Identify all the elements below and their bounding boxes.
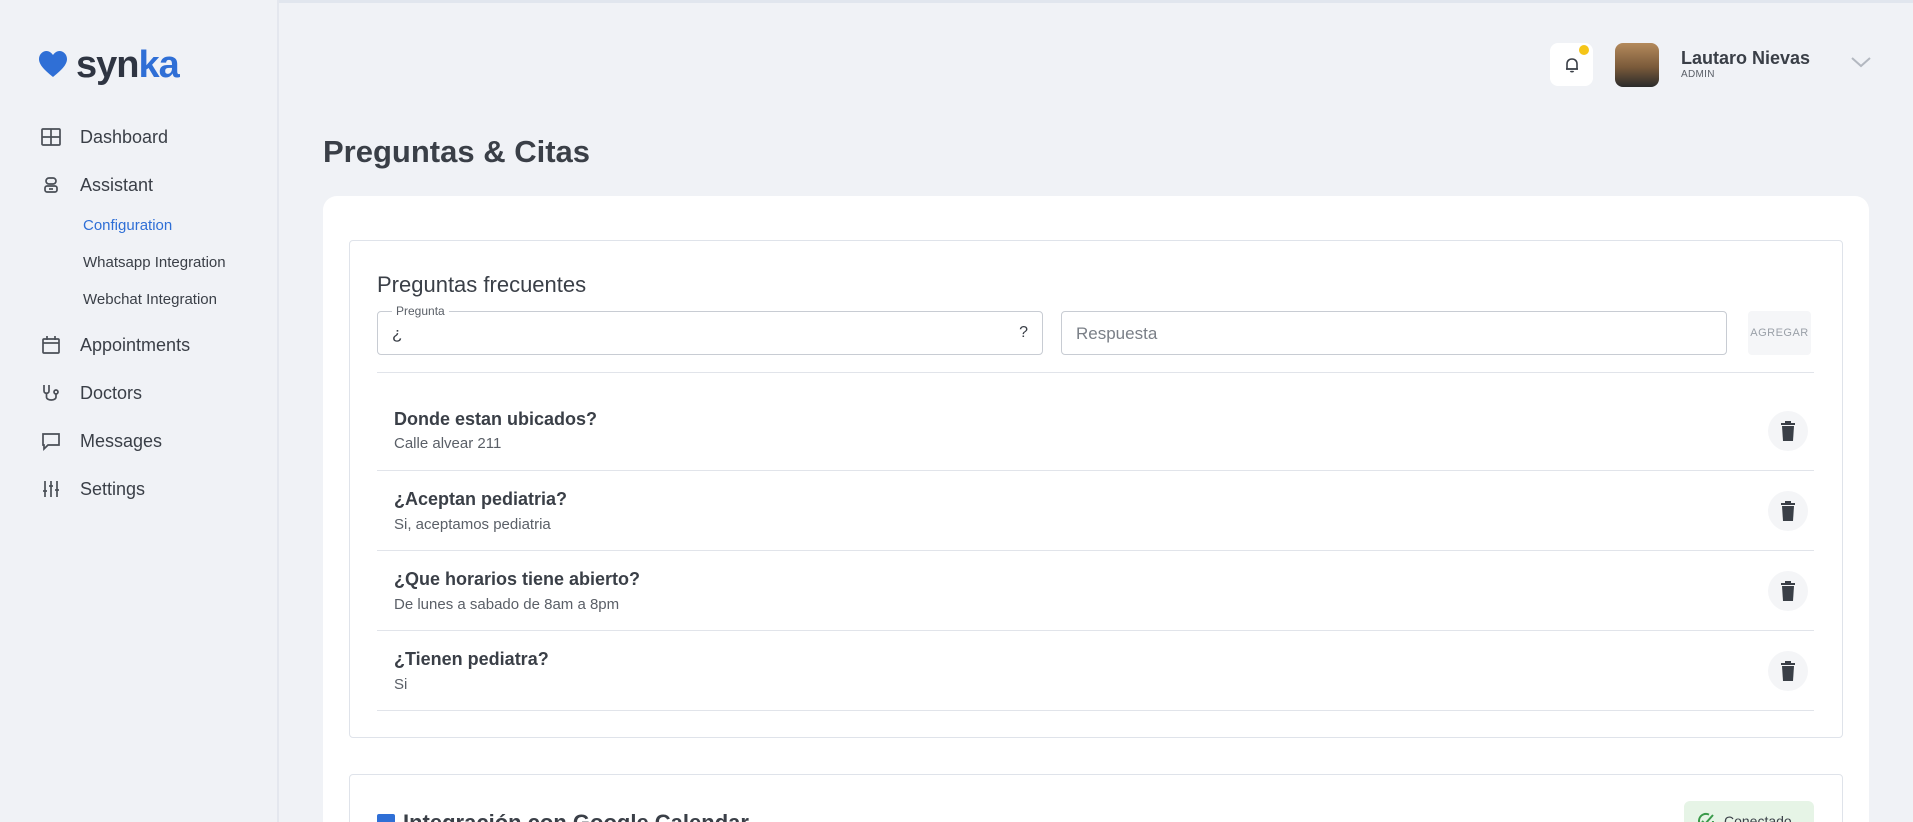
- connected-badge[interactable]: Conectado: [1684, 801, 1814, 822]
- sidebar: synka Dashboard Assistant Configuration …: [0, 0, 279, 822]
- connected-label: Conectado: [1724, 813, 1792, 822]
- bell-icon: [1565, 57, 1578, 73]
- question-input[interactable]: [392, 322, 992, 346]
- trash-icon: [1781, 501, 1795, 521]
- calendar-title: Integración con Google Calendar: [403, 810, 749, 822]
- chevron-down-icon: [1851, 57, 1871, 68]
- sidebar-item-appointments[interactable]: Appointments: [40, 334, 190, 356]
- notifications-button[interactable]: [1550, 43, 1593, 86]
- answer-field: [1061, 311, 1727, 355]
- robot-icon: [44, 177, 58, 193]
- calendar-icon: [42, 336, 60, 354]
- delete-button[interactable]: [1768, 491, 1808, 531]
- trash-icon: [1781, 421, 1795, 441]
- brand-logo[interactable]: synka: [38, 44, 180, 86]
- sliders-icon: [43, 481, 59, 497]
- faq-answer: Si: [394, 676, 408, 693]
- brand-name-part1: syn: [76, 44, 139, 86]
- faq-question: ¿Aceptan pediatria?: [394, 489, 568, 509]
- faq-answer: Si, aceptamos pediatria: [394, 516, 551, 533]
- question-suffix: ?: [1019, 324, 1028, 341]
- sidebar-item-label: Messages: [80, 430, 163, 451]
- question-field-legend: Pregunta: [392, 304, 449, 318]
- brand-name: synka: [76, 44, 180, 86]
- page-title: Preguntas & Citas: [323, 134, 591, 169]
- faq-question: ¿Que horarios tiene abierto?: [394, 569, 641, 589]
- user-name: Lautaro Nievas: [1681, 48, 1811, 68]
- sidebar-item-label: Settings: [80, 478, 146, 499]
- heart-icon: [39, 51, 67, 77]
- user-role: ADMIN: [1681, 69, 1715, 80]
- grid-icon: [41, 128, 61, 146]
- sidebar-item-label: Appointments: [80, 334, 191, 355]
- sidebar-item-label: Dashboard: [80, 126, 169, 147]
- brand-name-part2: ka: [138, 44, 179, 86]
- trash-icon: [1781, 581, 1795, 601]
- sidebar-item-messages[interactable]: Messages: [40, 430, 162, 452]
- sidebar-subitem-whatsapp-integration[interactable]: Whatsapp Integration: [83, 254, 226, 271]
- question-field: Pregunta ?: [377, 304, 1043, 355]
- sidebar-item-dashboard[interactable]: Dashboard: [40, 126, 168, 148]
- sidebar-item-assistant[interactable]: Assistant: [40, 174, 153, 196]
- message-icon: [42, 433, 60, 452]
- add-button[interactable]: AGREGAR: [1748, 311, 1811, 355]
- divider: [377, 372, 1814, 373]
- trash-icon: [1781, 661, 1795, 681]
- divider: [377, 550, 1814, 551]
- notification-dot: [1579, 45, 1589, 55]
- faq-answer: De lunes a sabado de 8am a 8pm: [394, 596, 620, 613]
- divider: [377, 710, 1814, 711]
- top-border: [0, 0, 1913, 3]
- divider: [377, 470, 1814, 471]
- avatar[interactable]: [1615, 43, 1659, 87]
- google-calendar-icon: [377, 814, 395, 822]
- user-menu-dropdown[interactable]: [1850, 54, 1872, 70]
- check-circle-icon: [1698, 812, 1714, 822]
- faq-question: ¿Tienen pediatra?: [394, 649, 549, 669]
- sidebar-subitem-webchat-integration[interactable]: Webchat Integration: [83, 291, 217, 308]
- delete-button[interactable]: [1768, 651, 1808, 691]
- sidebar-subitem-configuration[interactable]: Configuration: [83, 217, 172, 234]
- delete-button[interactable]: [1768, 571, 1808, 611]
- sidebar-item-label: Assistant: [80, 174, 154, 195]
- faq-question: Donde estan ubicados?: [394, 409, 598, 429]
- sidebar-item-settings[interactable]: Settings: [40, 478, 145, 500]
- sidebar-item-label: Doctors: [80, 382, 143, 403]
- divider: [377, 630, 1814, 631]
- delete-button[interactable]: [1768, 411, 1808, 451]
- answer-input[interactable]: [1076, 322, 1676, 346]
- stethoscope-icon: [43, 385, 59, 401]
- faq-answer: Calle alvear 211: [394, 435, 502, 452]
- faq-title: Preguntas frecuentes: [377, 272, 587, 297]
- sidebar-item-doctors[interactable]: Doctors: [40, 382, 142, 404]
